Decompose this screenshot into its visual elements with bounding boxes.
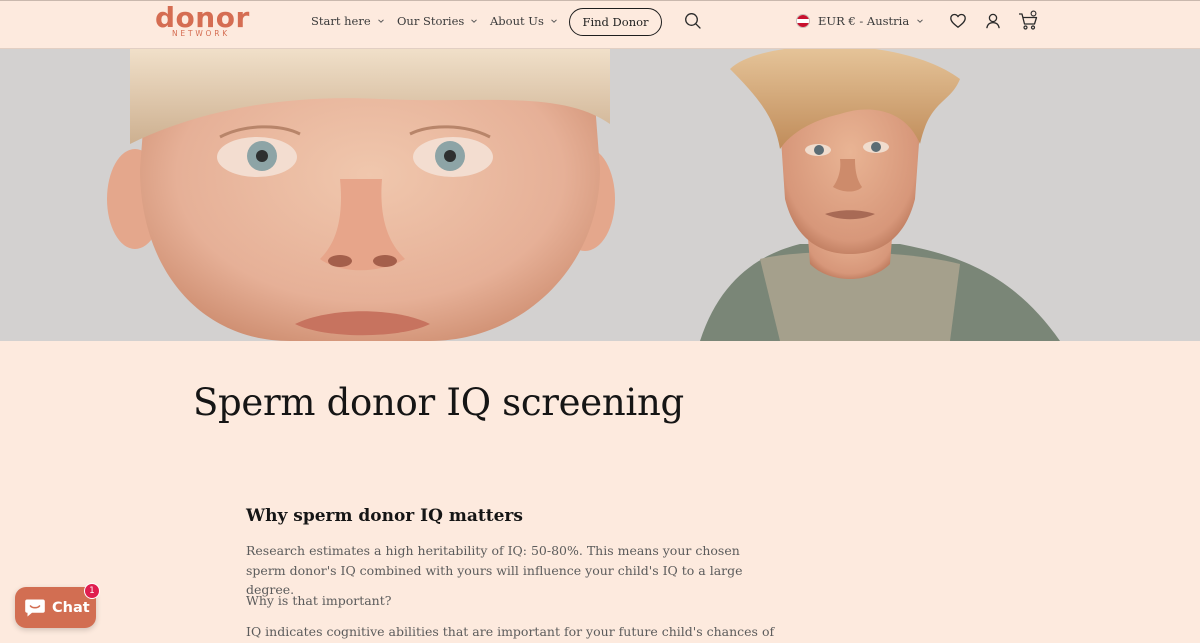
currency-label: EUR € - Austria [818, 14, 910, 28]
chat-notification-badge: 1 [84, 583, 100, 599]
nav-our-stories[interactable]: Our Stories [397, 13, 478, 29]
nav-about-us-label: About Us [490, 14, 544, 28]
chat-label: Chat [52, 599, 90, 616]
find-donor-button[interactable]: Find Donor [569, 8, 662, 36]
site-header: donor NETWORK Start here Our Stories Abo… [0, 0, 1200, 49]
paragraph-question: Why is that important? [246, 593, 392, 608]
cart-button[interactable] [1017, 10, 1039, 32]
nav-start-here[interactable]: Start here [311, 13, 385, 29]
chevron-down-icon [551, 19, 557, 23]
hero-illustration [107, 49, 1060, 341]
chat-bubble-icon [25, 599, 45, 616]
cart-icon [1019, 10, 1038, 30]
nav-our-stories-label: Our Stories [397, 14, 465, 28]
paragraph-cognitive: IQ indicates cognitive abilities that ar… [246, 624, 775, 639]
page-title: Sperm donor IQ screening [193, 381, 684, 424]
search-icon [685, 13, 701, 29]
nav-about-us[interactable]: About Us [490, 13, 558, 29]
hero-banner [0, 49, 1200, 341]
chevron-down-icon [917, 19, 924, 23]
account-button[interactable] [983, 11, 1003, 31]
account-icon [986, 13, 1000, 29]
nav-start-here-label: Start here [311, 14, 371, 28]
chevron-down-icon [377, 19, 384, 23]
section-heading: Why sperm donor IQ matters [246, 506, 523, 526]
currency-selector[interactable]: EUR € - Austria [796, 13, 924, 29]
search-button[interactable] [683, 11, 703, 31]
wishlist-button[interactable] [948, 11, 968, 31]
heart-icon [950, 13, 966, 28]
child-portrait [107, 49, 615, 341]
teen-portrait [700, 49, 1060, 341]
logo-subtitle: NETWORK [172, 29, 230, 38]
logo[interactable]: donor NETWORK [155, 1, 250, 40]
austria-flag-icon [796, 14, 810, 28]
chevron-down-icon [471, 19, 478, 23]
